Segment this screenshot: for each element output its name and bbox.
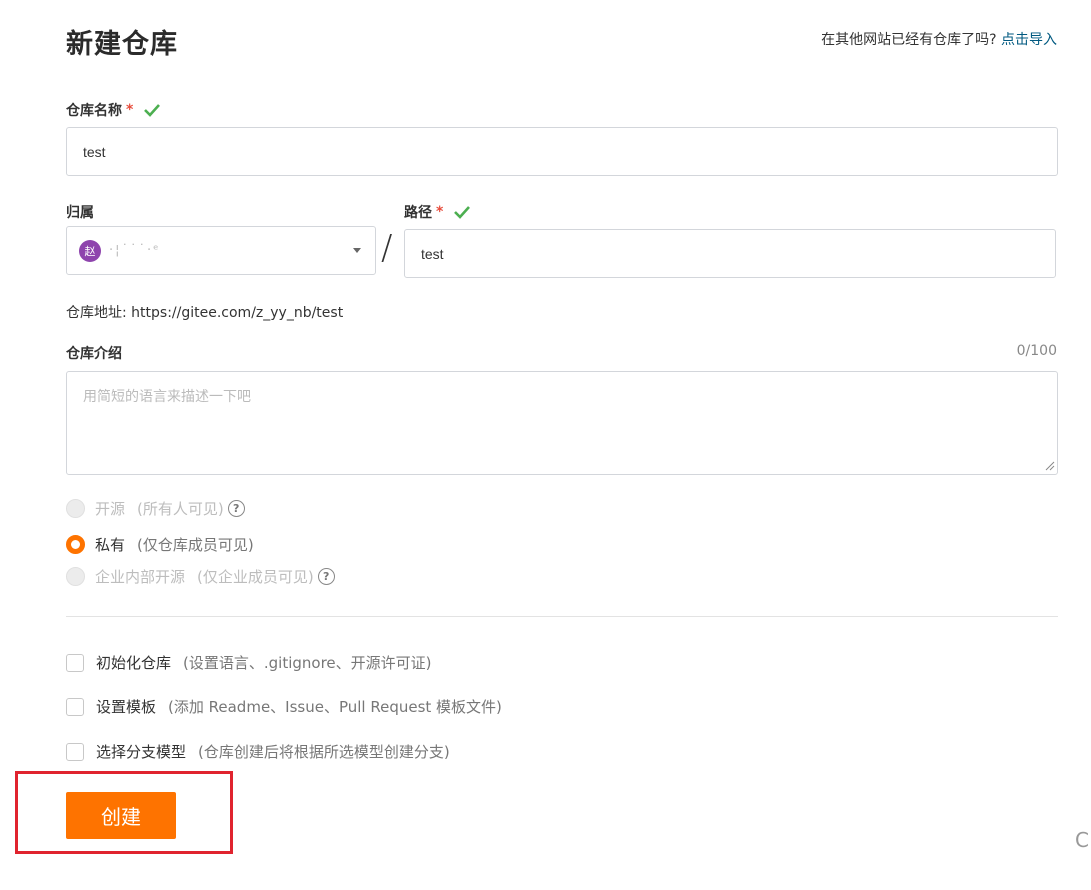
init-repo-note: (设置语言、.gitignore、开源许可证) [183, 654, 432, 672]
branch-model-label: 选择分支模型 [96, 743, 187, 761]
radio-public-note: (所有人可见) [137, 500, 224, 518]
path-input[interactable] [404, 229, 1056, 278]
check-icon [144, 104, 161, 117]
branch-model-checkbox[interactable] [66, 742, 84, 761]
template-label: 设置模板 [96, 698, 157, 716]
chevron-down-icon [353, 248, 361, 253]
repo-name-label-text: 仓库名称 [66, 103, 122, 119]
branch-model-note: (仓库创建后将根据所选模型创建分支) [198, 743, 450, 761]
page-title: 新建仓库 [66, 29, 178, 60]
owner-label: 归属 [66, 205, 94, 221]
divider [66, 616, 1058, 617]
radio-public-label: 开源 [95, 500, 126, 518]
required-mark: * [436, 204, 444, 220]
init-repo-label: 初始化仓库 [96, 654, 172, 672]
required-mark: * [126, 102, 134, 118]
create-button[interactable]: 创建 [66, 792, 176, 839]
import-hint: 在其他网站已经有仓库了吗? 点击导入 [821, 29, 1057, 49]
init-repo-checkbox[interactable] [66, 653, 84, 672]
path-label-text: 路径 [404, 205, 432, 221]
radio-public[interactable] [66, 499, 85, 518]
owner-select[interactable]: 赵 ·¦˙˙˙·ᵉ [66, 226, 376, 275]
owner-name: ·¦˙˙˙·ᵉ [109, 243, 161, 258]
avatar: 赵 [79, 239, 101, 262]
visibility-public[interactable]: 开源 (所有人可见) ? [66, 498, 245, 519]
edge-glyph: C [1075, 828, 1089, 852]
radio-enterprise-note: (仅企业成员可见) [197, 568, 314, 586]
branch-model-option[interactable]: 选择分支模型 (仓库创建后将根据所选模型创建分支) [66, 741, 450, 762]
repo-name-label: 仓库名称 * [66, 100, 161, 120]
radio-private-label: 私有 [95, 536, 126, 554]
template-note: (添加 Readme、Issue、Pull Request 模板文件) [168, 698, 502, 716]
template-checkbox[interactable] [66, 697, 84, 716]
path-label: 路径 * [404, 202, 471, 222]
visibility-enterprise[interactable]: 企业内部开源 (仅企业成员可见) ? [66, 566, 335, 587]
repo-name-input[interactable] [66, 127, 1058, 176]
char-counter: 0/100 [1016, 343, 1057, 359]
visibility-private[interactable]: 私有 (仅仓库成员可见) [66, 534, 254, 555]
resize-handle-icon[interactable] [1045, 461, 1055, 471]
radio-private[interactable] [66, 535, 85, 554]
check-icon [454, 206, 471, 219]
radio-enterprise[interactable] [66, 567, 85, 586]
help-icon[interactable]: ? [227, 500, 245, 517]
init-repo-option[interactable]: 初始化仓库 (设置语言、.gitignore、开源许可证) [66, 652, 432, 673]
help-icon[interactable]: ? [317, 568, 335, 585]
radio-private-note: (仅仓库成员可见) [137, 536, 254, 554]
import-link[interactable]: 点击导入 [1001, 32, 1057, 48]
description-label: 仓库介绍 [66, 346, 122, 362]
template-option[interactable]: 设置模板 (添加 Readme、Issue、Pull Request 模板文件) [66, 696, 502, 717]
radio-enterprise-label: 企业内部开源 [95, 568, 186, 586]
path-separator: / [381, 228, 393, 268]
import-prompt: 在其他网站已经有仓库了吗? [821, 32, 997, 48]
description-textarea[interactable] [66, 371, 1058, 475]
repo-url: 仓库地址: https://gitee.com/z_yy_nb/test [66, 305, 344, 321]
